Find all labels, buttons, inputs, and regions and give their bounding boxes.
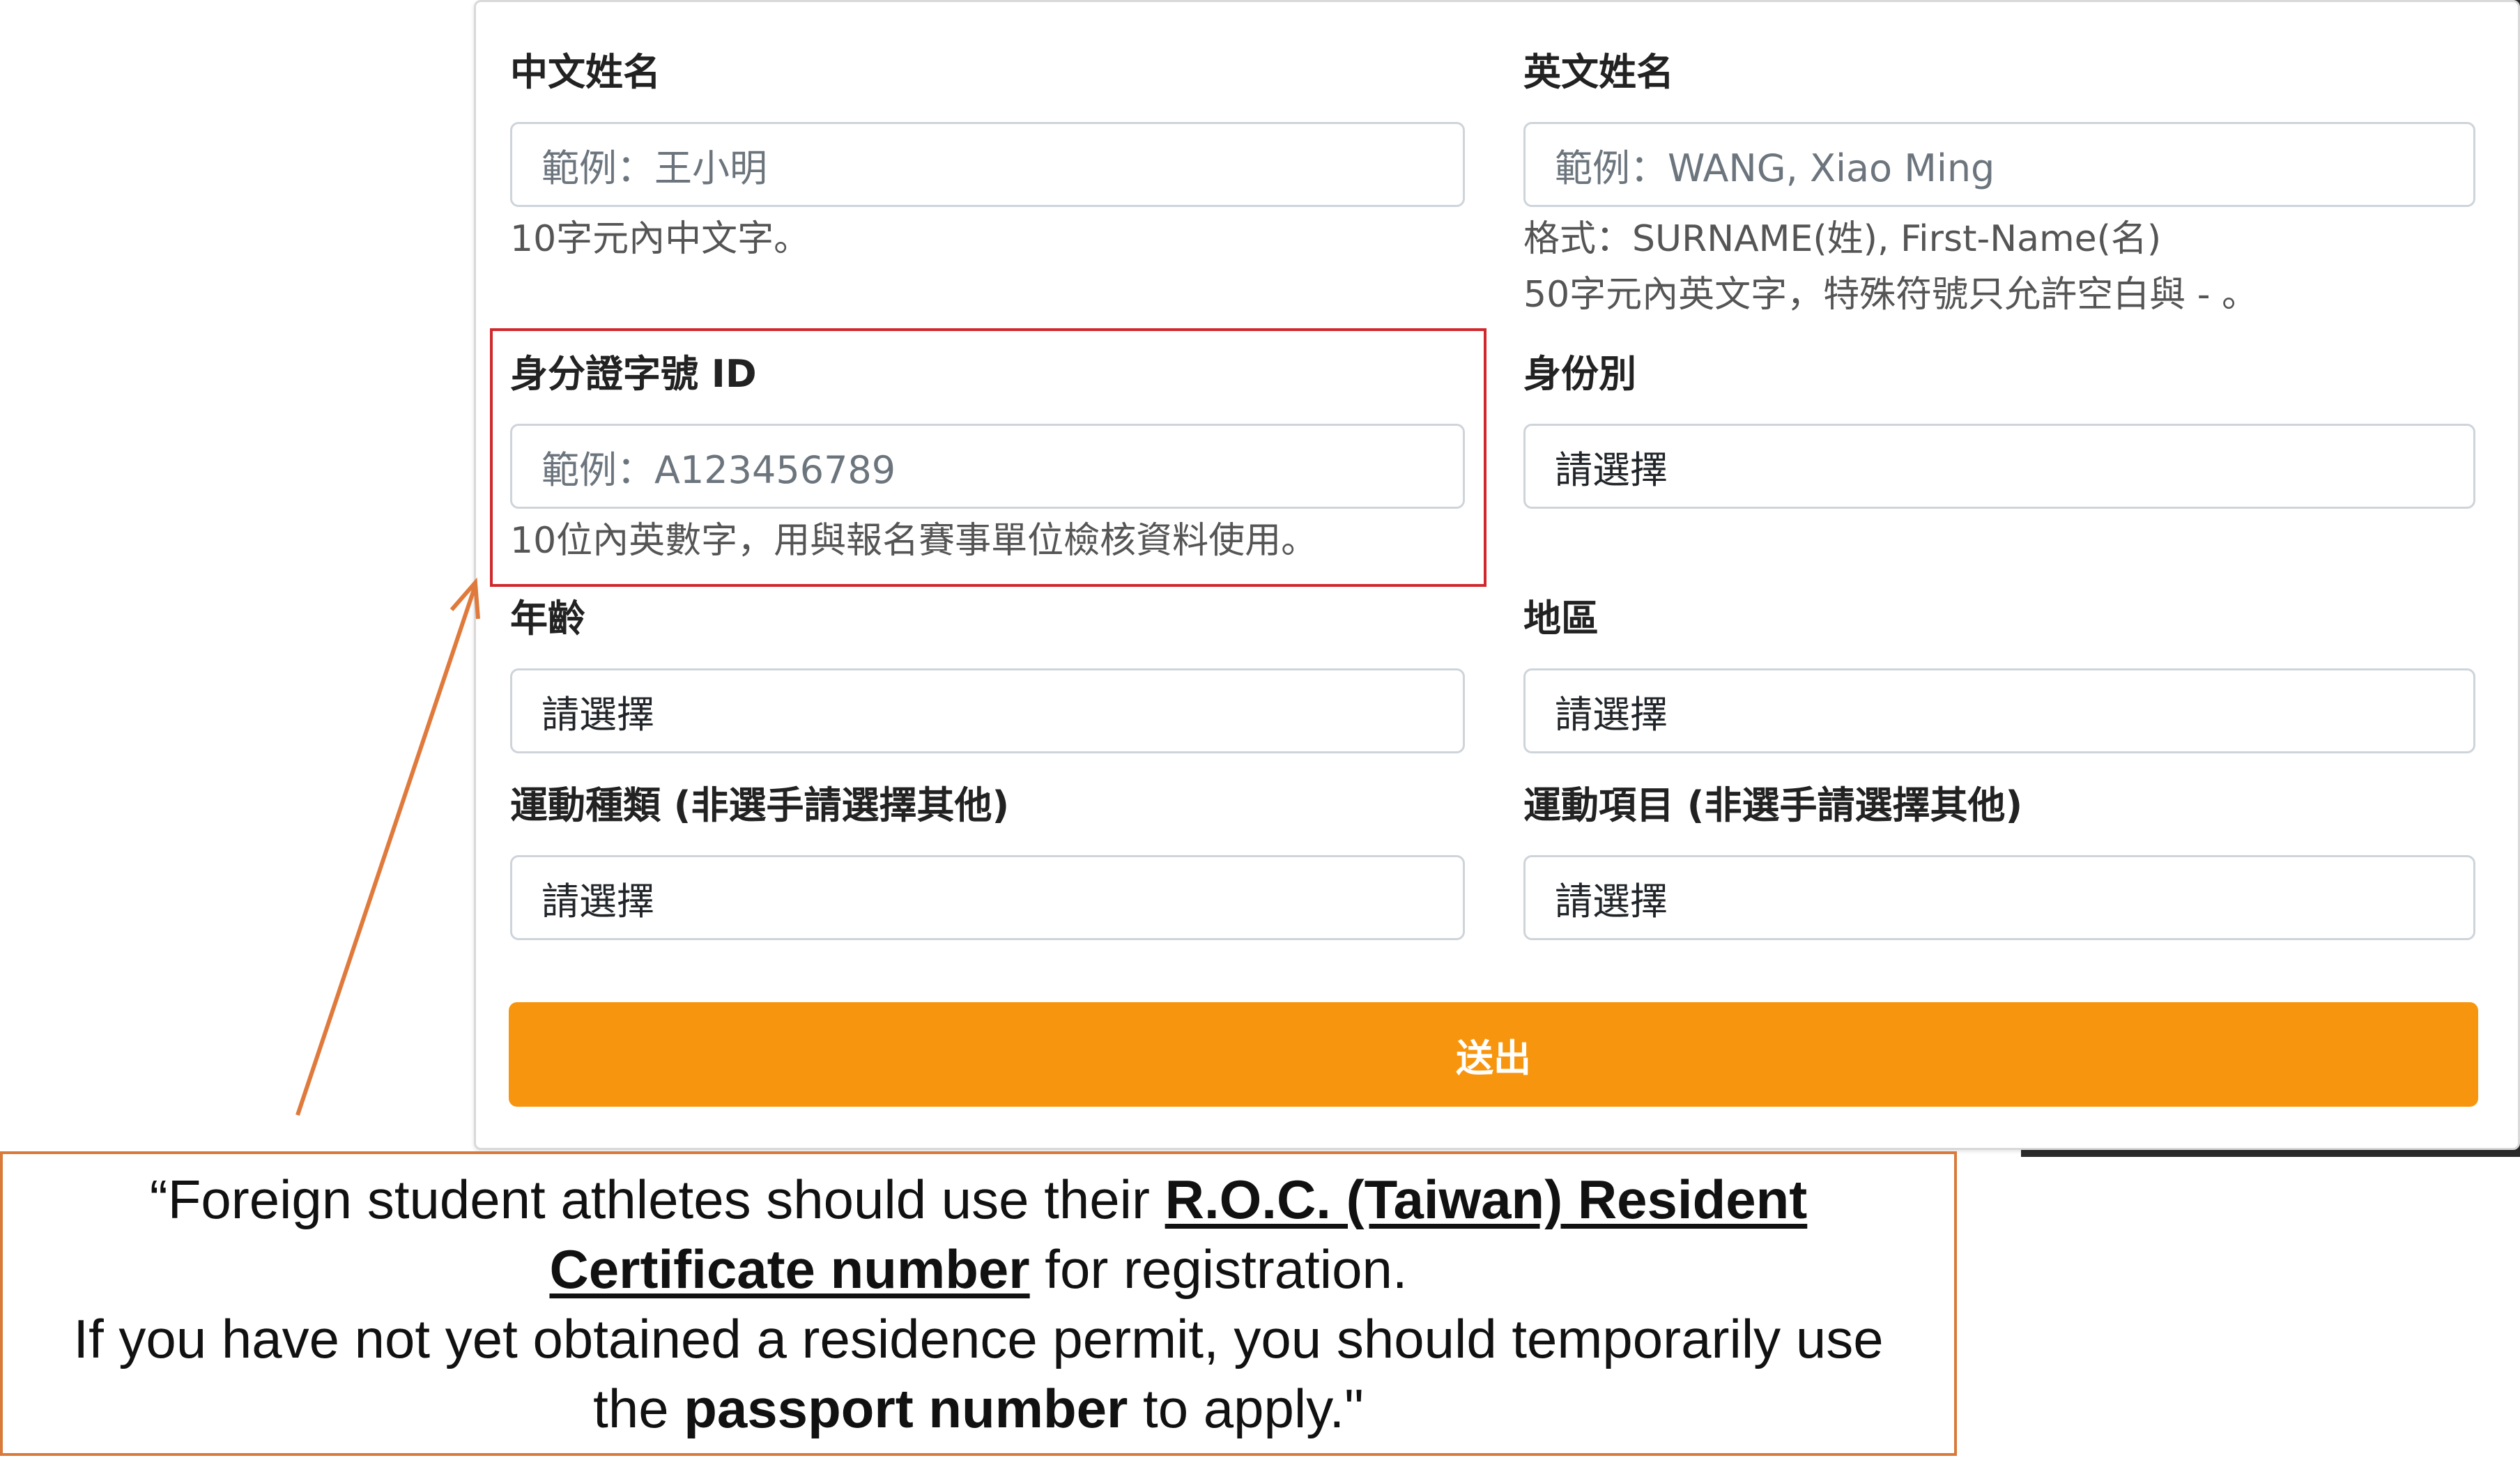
chinese-name-label: 中文姓名	[510, 50, 661, 94]
identity-select[interactable]: 請選擇	[1523, 424, 2475, 509]
identity-selected-value: 請選擇	[1555, 447, 1668, 492]
age-field: 年齡 請選擇	[510, 597, 1465, 753]
age-selected-value: 請選擇	[541, 692, 654, 737]
english-name-format-help: 格式：SURNAME(姓), First-Name(名)	[1523, 218, 2162, 260]
sport-event-field: 運動項目 (非選手請選擇其他) 請選擇	[1523, 783, 2475, 940]
chinese-name-input[interactable]: 範例：王小明	[510, 122, 1465, 207]
note-resident-certificate-bold: R.O.C. (Taiwan) Resident	[1165, 1168, 1808, 1230]
sport-event-label: 運動項目 (非選手請選擇其他)	[1523, 783, 2023, 827]
sport-event-select[interactable]: 請選擇	[1523, 855, 2475, 940]
chinese-name-field: 中文姓名 範例：王小明 10字元內中文字。	[510, 50, 1465, 267]
sport-type-select[interactable]: 請選擇	[510, 855, 1465, 940]
sport-event-selected-value: 請選擇	[1555, 879, 1668, 923]
sport-type-label: 運動種類 (非選手請選擇其他)	[510, 783, 1010, 827]
english-name-length-help: 50字元內英文字，特殊符號只允許空白與 - 。	[1523, 274, 2258, 316]
note-passport-number-bold: passport number	[684, 1377, 1128, 1439]
english-name-input[interactable]: 範例：WANG, Xiao Ming	[1523, 122, 2475, 207]
note-line-4: the passport number to apply."	[593, 1374, 1364, 1443]
submit-button[interactable]: 送出	[509, 1002, 2478, 1107]
note-line-1: “Foreign student athletes should use the…	[150, 1165, 1808, 1234]
region-field: 地區 請選擇	[1523, 597, 2475, 753]
note-line-2: Certificate number for registration.	[549, 1234, 1407, 1304]
sport-type-field: 運動種類 (非選手請選擇其他) 請選擇	[510, 783, 1465, 940]
annotation-note: “Foreign student athletes should use the…	[0, 1151, 1957, 1456]
note-certificate-number-bold: Certificate number	[549, 1238, 1030, 1300]
region-select[interactable]: 請選擇	[1523, 668, 2475, 753]
english-name-field: 英文姓名 範例：WANG, Xiao Ming 格式：SURNAME(姓), F…	[1523, 50, 2475, 323]
id-field-highlight-box	[490, 328, 1486, 587]
note-line-4-suffix: to apply."	[1128, 1377, 1364, 1439]
note-line-4-prefix: the	[593, 1377, 684, 1439]
identity-label: 身份別	[1523, 352, 1636, 396]
age-select[interactable]: 請選擇	[510, 668, 1465, 753]
note-line-1-text: “Foreign student athletes should use the…	[149, 1168, 1165, 1230]
arrow-line	[295, 585, 477, 1116]
region-label: 地區	[1523, 597, 1599, 640]
sport-type-selected-value: 請選擇	[541, 879, 654, 923]
identity-field: 身份別 請選擇	[1523, 352, 2475, 509]
note-line-2-text: for registration.	[1029, 1238, 1408, 1300]
chinese-name-placeholder: 範例：王小明	[541, 146, 767, 190]
english-name-placeholder: 範例：WANG, Xiao Ming	[1555, 146, 1995, 190]
region-selected-value: 請選擇	[1555, 692, 1668, 737]
chinese-name-help: 10字元內中文字。	[510, 218, 810, 260]
age-label: 年齡	[510, 597, 585, 640]
note-line-3: If you have not yet obtained a residence…	[73, 1307, 1884, 1369]
english-name-label: 英文姓名	[1523, 50, 1674, 94]
